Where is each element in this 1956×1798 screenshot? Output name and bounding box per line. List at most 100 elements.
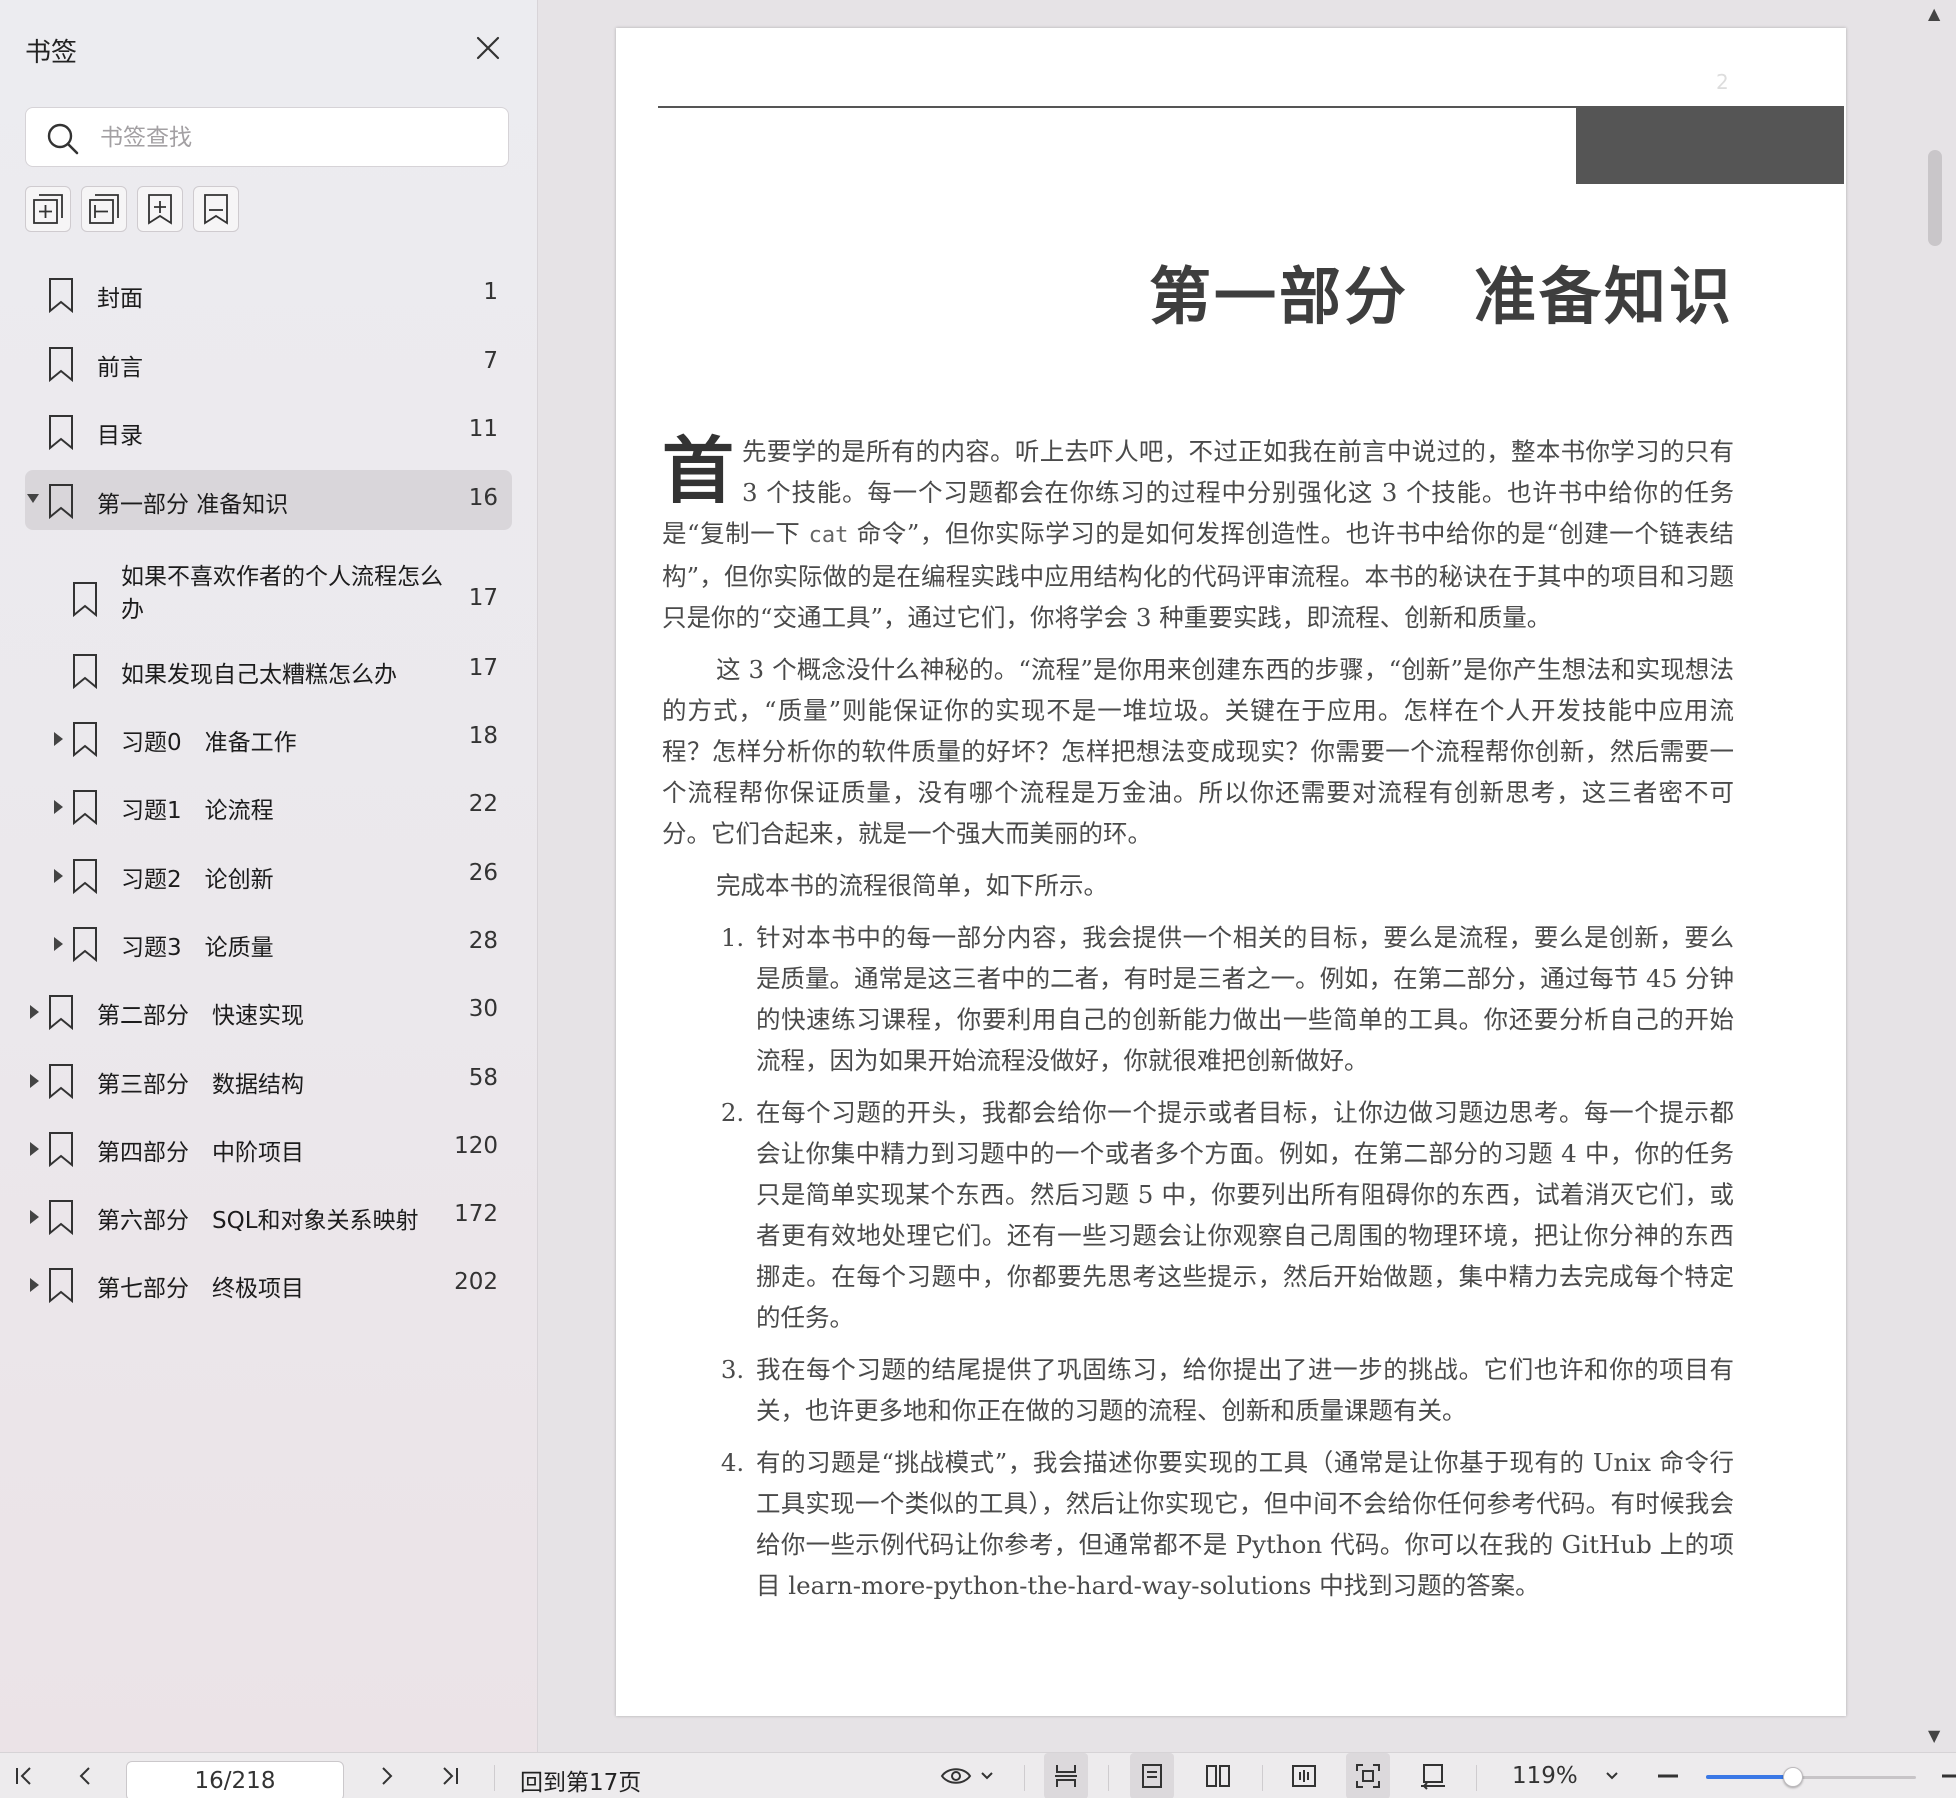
first-page-icon[interactable]: [4, 1753, 44, 1798]
bookmark-icon: [73, 790, 97, 825]
bookmark-icon: [49, 1132, 73, 1167]
bookmark-label: 第二部分 快速实现: [97, 1003, 304, 1029]
part-title: 第一部分 准备知识: [1148, 260, 1734, 333]
bookmark-label: 第三部分 数据结构: [97, 1072, 304, 1098]
zoom-in-icon[interactable]: [1936, 1753, 1956, 1798]
rotate-page-icon[interactable]: [1410, 1753, 1454, 1798]
bookmark-label: 习题2 论创新: [121, 867, 274, 893]
bookmark-item[interactable]: 前言 7: [25, 333, 512, 393]
chevron-right-icon[interactable]: [30, 1278, 39, 1292]
bookmark-label: 前言: [97, 355, 143, 381]
bookmark-icon[interactable]: [193, 186, 239, 232]
bookmark-page-number: 58: [468, 1065, 498, 1091]
bookmark-item[interactable]: 第四部分 中阶项目 120: [25, 1118, 512, 1178]
bookmark-page-number: 202: [454, 1269, 498, 1295]
bookmark-item[interactable]: 习题0 准备工作 18: [25, 708, 512, 768]
bookmark-icon: [49, 1268, 73, 1303]
zoom-slider-fill: [1706, 1775, 1793, 1779]
fit-width-icon[interactable]: [1282, 1753, 1326, 1798]
chevron-right-icon[interactable]: [30, 1005, 39, 1019]
paragraph-2: 这 3 个概念没什么神秘的。“流程”是你用来创建东西的步骤，“创新”是你产生想法…: [662, 655, 1734, 848]
chevron-right-icon[interactable]: [54, 732, 63, 746]
continuous-scroll-icon[interactable]: [1044, 1753, 1088, 1798]
search-icon: [47, 123, 79, 155]
bookmark-icon: [49, 995, 73, 1030]
bookmark-label: 第七部分 终极项目: [97, 1276, 304, 1302]
bookmark-icon: [49, 1200, 73, 1235]
list-item: 在每个习题的开头，我都会给你一个提示或者目标，让你边做习题边思考。每一个提示都会…: [752, 1092, 1734, 1338]
back-to-page-link[interactable]: 回到第17页: [520, 1763, 641, 1797]
bookmark-page-number: 1: [483, 279, 498, 305]
chevron-right-icon[interactable]: [54, 937, 63, 951]
bookmark-icon: [73, 654, 97, 689]
bookmark-page-number: 120: [454, 1133, 498, 1159]
bookmark-page-number: 172: [454, 1201, 498, 1227]
bookmark-item[interactable]: 第六部分 SQL和对象关系映射 172: [25, 1186, 512, 1246]
single-page-icon[interactable]: [1130, 1753, 1174, 1798]
bookmark-item[interactable]: 目录 11: [25, 401, 512, 461]
bookmark-sidebar: 书签 封面1前言7目录11第一部分 准备知识16如: [0, 0, 538, 1752]
chevron-right-icon[interactable]: [30, 1210, 39, 1224]
zoom-level[interactable]: 119%: [1512, 1763, 1578, 1789]
document-view[interactable]: 2 第一部分 准备知识 首先要学的是所有的内容。听上去吓人吧，不过正如我在前言中…: [538, 0, 1956, 1752]
bookmark-item[interactable]: 封面 1: [25, 264, 512, 324]
bookmark-label: 如果发现自己太糟糕怎么办: [121, 662, 397, 688]
vertical-scrollbar[interactable]: [1928, 150, 1942, 246]
page-number-input[interactable]: [126, 1761, 344, 1798]
bookmark-label: 习题0 准备工作: [121, 730, 297, 756]
bookmark-icon: [49, 484, 73, 519]
expand-all-icon[interactable]: [25, 186, 71, 232]
collapse-all-icon[interactable]: [81, 186, 127, 232]
bookmark-item[interactable]: 习题2 论创新 26: [25, 845, 512, 905]
bookmark-page-number: 22: [468, 791, 498, 817]
bookmark-label: 习题1 论流程: [121, 798, 274, 824]
bookmark-item[interactable]: 习题3 论质量 28: [25, 913, 512, 973]
previous-page-icon[interactable]: [66, 1753, 106, 1798]
chevron-right-icon[interactable]: [54, 800, 63, 814]
bookmark-label: 习题3 论质量: [121, 935, 274, 961]
numbered-list: 针对本书中的每一部分内容，我会提供一个相关的目标，要么是流程，要么是创新，要么是…: [662, 917, 1734, 1606]
two-page-icon[interactable]: [1196, 1753, 1240, 1798]
header-block: [1576, 106, 1844, 184]
divider: [1262, 1765, 1263, 1791]
bookmark-icon: [49, 415, 73, 450]
zoom-slider-handle[interactable]: [1783, 1767, 1804, 1787]
fit-page-icon[interactable]: [1346, 1753, 1390, 1798]
bookmark-search[interactable]: [25, 107, 509, 167]
paragraph-1: 首先要学的是所有的内容。听上去吓人吧，不过正如我在前言中说过的，整本书你学习的只…: [662, 431, 1734, 638]
add-bookmark-icon[interactable]: [137, 186, 183, 232]
scroll-up-arrow[interactable]: ▲: [1928, 4, 1940, 23]
bookmark-item[interactable]: 如果不喜欢作者的个人流程怎么办 17: [25, 555, 512, 643]
chevron-down-icon[interactable]: [27, 494, 39, 503]
eye-icon[interactable]: [936, 1753, 1000, 1798]
zoom-out-icon[interactable]: [1648, 1753, 1688, 1798]
search-input[interactable]: [98, 118, 492, 158]
page-body: 首先要学的是所有的内容。听上去吓人吧，不过正如我在前言中说过的，整本书你学习的只…: [662, 431, 1734, 1617]
chevron-right-icon[interactable]: [30, 1074, 39, 1088]
bookmark-icon: [49, 1064, 73, 1099]
bookmark-item[interactable]: 第二部分 快速实现 30: [25, 981, 512, 1041]
list-item: 针对本书中的每一部分内容，我会提供一个相关的目标，要么是流程，要么是创新，要么是…: [752, 917, 1734, 1081]
bookmark-page-number: 18: [468, 723, 498, 749]
bookmark-icon: [73, 859, 97, 894]
next-page-icon[interactable]: [366, 1753, 406, 1798]
bottom-toolbar: 回到第17页 119%: [0, 1752, 1956, 1798]
bookmark-item[interactable]: 习题1 论流程 22: [25, 776, 512, 836]
scroll-down-arrow[interactable]: ▼: [1928, 1726, 1940, 1745]
bookmark-item[interactable]: 如果发现自己太糟糕怎么办 17: [25, 640, 512, 700]
divider: [1024, 1765, 1025, 1791]
bookmark-item[interactable]: 第七部分 终极项目 202: [25, 1254, 512, 1314]
bookmark-page-number: 26: [468, 860, 498, 886]
chevron-down-icon[interactable]: [1596, 1753, 1628, 1798]
bookmark-item[interactable]: 第三部分 数据结构 58: [25, 1050, 512, 1110]
bookmark-label: 第四部分 中阶项目: [97, 1140, 304, 1166]
chevron-right-icon[interactable]: [30, 1142, 39, 1156]
close-icon[interactable]: [470, 30, 506, 66]
pdf-page: 2 第一部分 准备知识 首先要学的是所有的内容。听上去吓人吧，不过正如我在前言中…: [616, 28, 1846, 1716]
bookmark-label: 第六部分 SQL和对象关系映射: [97, 1208, 419, 1234]
bookmark-item[interactable]: 第一部分 准备知识 16: [25, 470, 512, 530]
bookmark-page-number: 7: [483, 348, 498, 374]
last-page-icon[interactable]: [430, 1753, 470, 1798]
chevron-right-icon[interactable]: [54, 869, 63, 883]
sidebar-title: 书签: [25, 38, 78, 68]
